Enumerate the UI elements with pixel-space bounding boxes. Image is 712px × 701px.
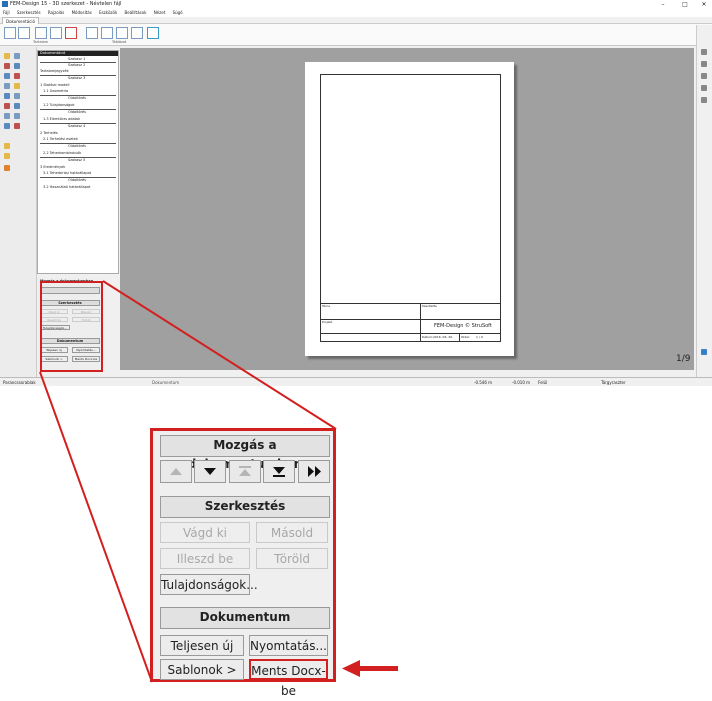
nav-up-button[interactable] xyxy=(160,460,192,483)
delete-button[interactable]: Töröld xyxy=(256,548,328,569)
templates-button[interactable]: Sablonok > xyxy=(160,659,244,680)
nav-down-button[interactable] xyxy=(194,460,226,483)
red-arrow-icon xyxy=(342,660,398,677)
callout-line-top xyxy=(102,280,337,430)
zoomed-command-panel: Mozgás a dokumentumban Szerkesztés Vágd … xyxy=(150,428,336,698)
cut-button[interactable]: Vágd ki xyxy=(160,522,250,543)
properties-button[interactable]: Tulajdonságok... xyxy=(160,574,258,595)
callout-line-bottom xyxy=(39,371,153,683)
fast-forward-icon xyxy=(315,466,321,477)
edit-section-title: Szerkesztés xyxy=(160,496,330,518)
new-document-button[interactable]: Teljesen új xyxy=(160,635,244,656)
copy-button[interactable]: Másold xyxy=(256,522,328,543)
nav-next-button[interactable] xyxy=(298,460,330,483)
print-button[interactable]: Nyomtatás... xyxy=(249,635,328,656)
document-section-title: Dokumentum xyxy=(160,607,330,629)
nav-last-button[interactable] xyxy=(263,460,295,483)
move-section-title: Mozgás a dokumentumban xyxy=(160,435,330,471)
triangle-down-icon xyxy=(204,468,216,475)
first-page-icon xyxy=(239,469,251,476)
triangle-up-icon xyxy=(170,468,182,475)
save-docx-button[interactable]: Ments Docx-be xyxy=(249,659,328,698)
callout-lines xyxy=(39,280,337,683)
paste-button[interactable]: Illeszd be xyxy=(160,548,250,569)
nav-first-button[interactable] xyxy=(229,460,261,483)
last-page-icon xyxy=(273,467,285,474)
